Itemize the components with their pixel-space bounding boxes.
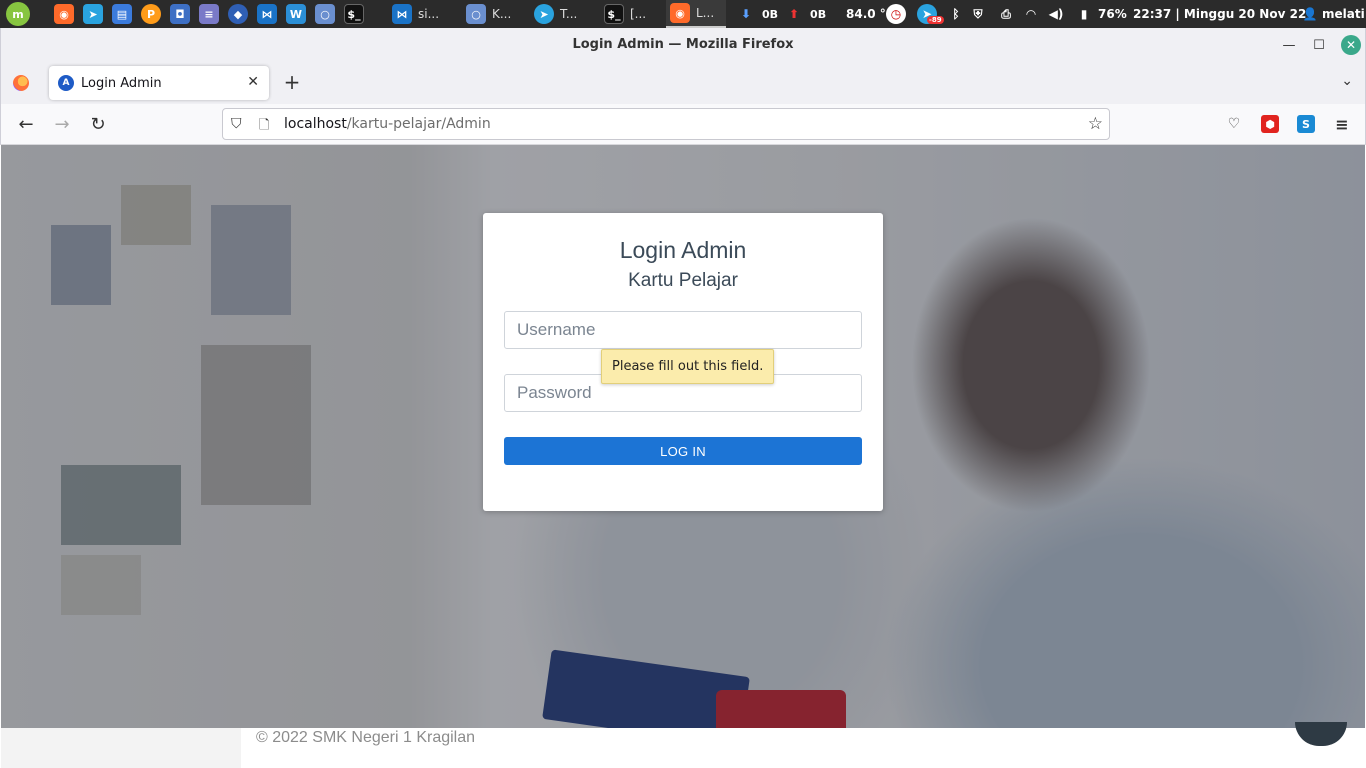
- close-tab-icon[interactable]: ✕: [247, 74, 259, 90]
- clock[interactable]: 22:37 | Minggu 20 Nov 22: [1133, 7, 1306, 21]
- login-button[interactable]: LOG IN: [504, 437, 862, 465]
- net-down-value: 0B: [762, 7, 779, 21]
- system-panel: m ◉ ➤ ▤ P ◘ ≡ ◆ ⋈ W ○ $_ ⋈ si... ○ K... …: [0, 0, 1366, 28]
- bluetooth-icon[interactable]: ᛒ: [948, 6, 964, 22]
- mint-menu-icon[interactable]: m: [6, 2, 30, 26]
- network-monitor: ⬇ 0B ⬆ 0B: [738, 0, 826, 28]
- screenshot-launcher-icon[interactable]: ◘: [170, 4, 190, 24]
- url-host: localhost: [284, 116, 347, 132]
- reload-button[interactable]: ↻: [87, 113, 109, 135]
- maximize-button[interactable]: ☐: [1309, 35, 1329, 55]
- upload-arrow-icon: ⬆: [789, 7, 800, 21]
- taskbar-item-telegram[interactable]: ➤ T...: [530, 0, 596, 28]
- bookmark-star-icon[interactable]: ☆: [1088, 114, 1103, 134]
- battery-icon: ▮: [1080, 7, 1088, 21]
- firefox-icon: ◉: [670, 3, 690, 23]
- adblock-extension-icon[interactable]: ⬢: [1261, 115, 1279, 133]
- window-title: Login Admin — Mozilla Firefox: [572, 37, 794, 52]
- telegram-icon: ➤: [534, 4, 554, 24]
- vscode-launcher-icon[interactable]: ⋈: [257, 4, 277, 24]
- minimize-button[interactable]: —: [1279, 35, 1299, 55]
- navigation-toolbar: ← → ↻ ⛉ 🗋 localhost/kartu-pelajar/Admin …: [0, 104, 1366, 145]
- site-favicon-icon: A: [58, 75, 74, 91]
- text-editor-launcher-icon[interactable]: ≡: [199, 4, 219, 24]
- username-input[interactable]: [504, 311, 862, 349]
- taskbar-item-label: T...: [560, 7, 578, 21]
- back-button[interactable]: ←: [15, 113, 37, 135]
- temperature-value: 84.0 °: [846, 7, 886, 21]
- writer-launcher-icon[interactable]: W: [286, 4, 306, 24]
- user-menu[interactable]: 👤 melati: [1302, 0, 1365, 28]
- window-titlebar: Login Admin — Mozilla Firefox — ☐ ✕: [0, 28, 1366, 62]
- terminal-icon: $_: [604, 4, 624, 24]
- tab-login-admin[interactable]: A Login Admin ✕: [49, 66, 269, 100]
- user-icon: 👤: [1302, 7, 1318, 21]
- pycharm-launcher-icon[interactable]: ◆: [228, 4, 248, 24]
- postman-launcher-icon[interactable]: P: [141, 4, 161, 24]
- taskbar-item-label: [...: [630, 7, 647, 21]
- url-text[interactable]: localhost/kartu-pelajar/Admin: [284, 116, 491, 132]
- taskbar-item-terminal[interactable]: $_ [...: [600, 0, 662, 28]
- taskbar-item-vscode[interactable]: ⋈ si...: [388, 0, 454, 28]
- chromium-launcher-icon[interactable]: ○: [315, 4, 335, 24]
- shield-tray-icon[interactable]: ⛨: [970, 6, 986, 22]
- address-bar[interactable]: ⛉ 🗋 localhost/kartu-pelajar/Admin ☆: [222, 108, 1110, 140]
- telegram-launcher-icon[interactable]: ➤: [83, 4, 103, 24]
- wifi-icon[interactable]: ◠: [1023, 6, 1039, 22]
- tab-label: Login Admin: [81, 75, 162, 91]
- telegram-badge: -89: [927, 16, 944, 24]
- taskbar-item-chromium[interactable]: ○ K...: [462, 0, 528, 28]
- taskbar-item-firefox[interactable]: ◉ L...: [666, 0, 726, 28]
- login-card: Login Admin Kartu Pelajar LOG IN Please …: [483, 213, 883, 511]
- download-arrow-icon: ⬇: [740, 7, 752, 21]
- net-up-value: 0B: [810, 7, 827, 21]
- page-viewport: Login Admin Kartu Pelajar LOG IN Please …: [1, 145, 1365, 728]
- taskbar-item-label: K...: [492, 7, 512, 21]
- battery-percent: 76%: [1098, 7, 1127, 21]
- scroll-to-top-button[interactable]: [1295, 722, 1347, 746]
- page-info-icon[interactable]: 🗋: [259, 116, 269, 138]
- copyright-text: © 2022 SMK Negeri 1 Kragilan: [256, 729, 476, 746]
- vscode-icon: ⋈: [392, 4, 412, 24]
- timer-icon[interactable]: ◷: [886, 4, 906, 24]
- firefox-view-icon[interactable]: [13, 75, 29, 91]
- battery-indicator[interactable]: ▮ 76%: [1076, 0, 1127, 28]
- login-title: Login Admin: [619, 237, 747, 263]
- firefox-launcher-icon[interactable]: ◉: [54, 4, 74, 24]
- skype-extension-icon[interactable]: S: [1297, 115, 1315, 133]
- taskbar-item-label: L...: [696, 6, 715, 20]
- files-launcher-icon[interactable]: ▤: [112, 4, 132, 24]
- forward-button[interactable]: →: [51, 113, 73, 135]
- login-subtitle: Kartu Pelajar: [628, 270, 738, 291]
- new-tab-button[interactable]: +: [281, 70, 303, 94]
- page-footer: © 2022 SMK Negeri 1 Kragilan: [1, 722, 1365, 768]
- printer-icon[interactable]: ⎙: [998, 6, 1014, 22]
- pocket-icon[interactable]: ♡: [1225, 115, 1243, 133]
- close-window-button[interactable]: ✕: [1341, 35, 1361, 55]
- terminal-launcher-icon[interactable]: $_: [344, 4, 364, 24]
- list-all-tabs-chevron-icon[interactable]: ⌄: [1341, 73, 1353, 89]
- volume-icon[interactable]: ◀): [1048, 6, 1064, 22]
- tracking-protection-shield-icon[interactable]: ⛉: [231, 116, 242, 132]
- user-name: melati: [1322, 7, 1365, 21]
- sidebar-edge: [1, 728, 241, 768]
- chromium-icon: ○: [466, 4, 486, 24]
- url-path: /kartu-pelajar/Admin: [346, 116, 491, 132]
- validation-tooltip: Please fill out this field.: [601, 349, 775, 384]
- taskbar-item-label: si...: [418, 7, 440, 21]
- app-menu-hamburger-icon[interactable]: ≡: [1333, 115, 1351, 134]
- tab-bar: A Login Admin ✕ + ⌄: [0, 62, 1366, 104]
